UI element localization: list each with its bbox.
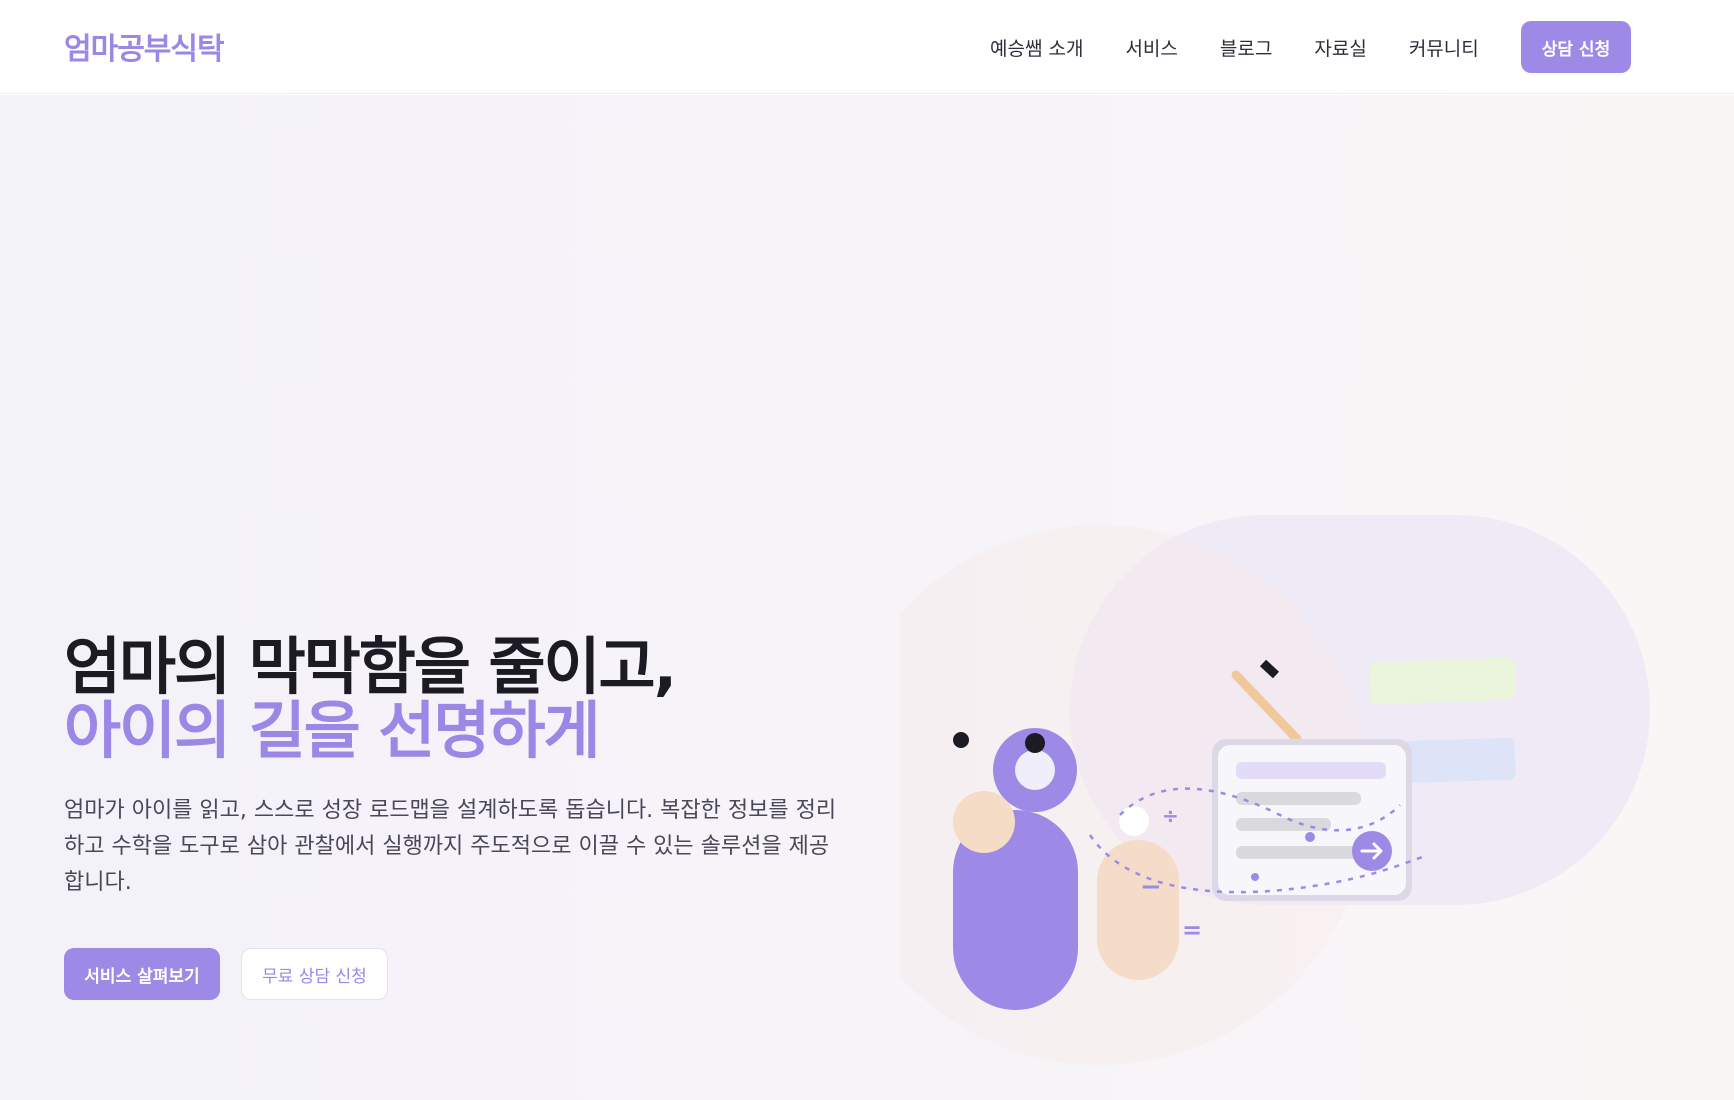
site-logo[interactable]: 엄마공부식탁 [64,24,225,68]
free-consult-button[interactable]: 무료 상담 신청 [241,948,388,1000]
nav-item-blog[interactable]: 블로그 [1220,34,1272,61]
nav-item-resources[interactable]: 자료실 [1314,34,1366,61]
hero-section: 엄마의 막막함을 줄이고, 아이의 길을 선명하게 엄마가 아이를 읽고, 스스… [0,95,1734,1100]
stripe-green [1369,657,1516,705]
orbit-dot [1305,832,1315,842]
orbit-dot-2 [1251,873,1259,881]
main-nav: 예승쌤 소개 서비스 블로그 자료실 커뮤니티 상담 신청 [990,0,1632,94]
hero-illustration: ÷ − = [900,515,1650,1065]
card-line-1 [1236,762,1386,779]
hero-description: 엄마가 아이를 읽고, 스스로 성장 로드맵을 설계하도록 돕습니다. 복잡한 … [64,798,837,895]
dot-right [1025,733,1045,753]
figure-purple-eye [1015,750,1055,790]
minus-symbol: − [1140,872,1162,902]
nav-item-about[interactable]: 예승쌤 소개 [990,34,1083,61]
explore-services-button[interactable]: 서비스 살펴보기 [64,948,220,1000]
nav-item-services[interactable]: 서비스 [1125,34,1177,61]
hero-title-line1: 엄마의 막막함을 줄이고, [64,630,677,703]
equals-symbol: = [1182,916,1202,944]
figure-peach-body [1097,840,1179,980]
nav-item-community[interactable]: 커뮤니티 [1409,34,1479,61]
dot-left [953,732,969,748]
hero-title-line2: 아이의 길을 선명하게 [64,694,601,767]
figure-peach-head [1119,806,1149,836]
hero-title: 엄마의 막막함을 줄이고, 아이의 길을 선명하게 [64,630,677,767]
card-line-4 [1236,846,1364,859]
arrow-right-icon [1352,831,1392,871]
card-line-3 [1236,818,1331,831]
site-header: 엄마공부식탁 예승쌤 소개 서비스 블로그 자료실 커뮤니티 상담 신청 [0,0,1734,94]
figure-peach-hand [953,791,1015,853]
divide-symbol: ÷ [1162,804,1179,828]
consult-button[interactable]: 상담 신청 [1520,21,1632,73]
card-line-2 [1236,792,1361,805]
